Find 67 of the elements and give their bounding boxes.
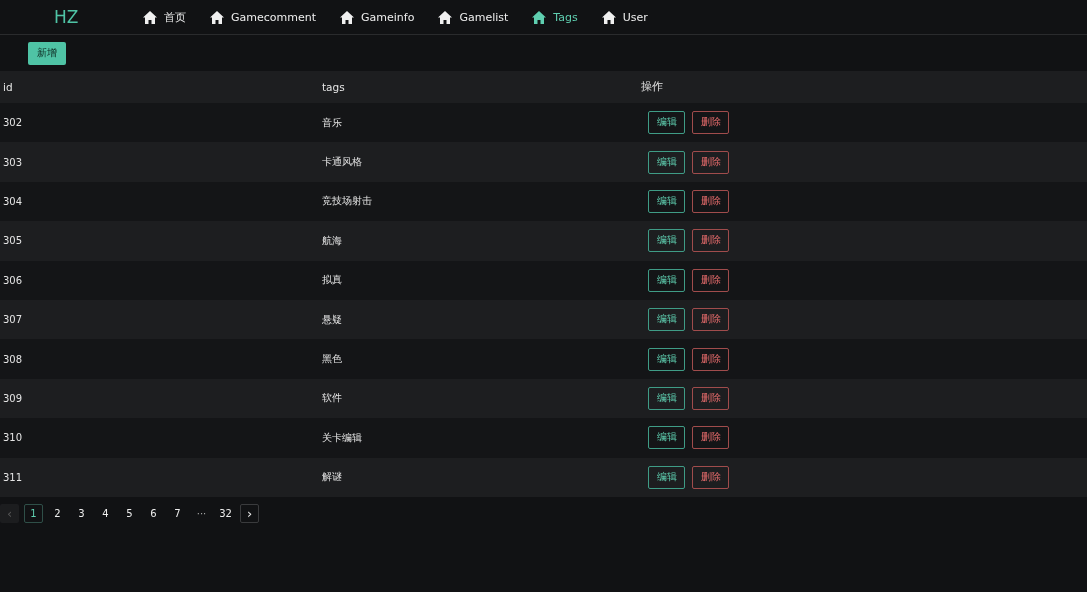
nav-link[interactable]: User (601, 9, 658, 25)
table-cell-text: 305 (2, 235, 24, 247)
page-button[interactable]: 2 (48, 503, 67, 523)
pagination-ellipsis: ··· (195, 507, 208, 519)
table-cell-text: 航海 (321, 233, 343, 248)
table-cell-text: 竞技场射击 (321, 194, 373, 209)
table-cell-text: 302 (2, 117, 24, 129)
table-cell-text: 303 (2, 156, 24, 168)
delete-button[interactable]: 删除 (692, 308, 729, 332)
table-cell-text: 308 (2, 353, 24, 365)
nav-link[interactable]: Gameinfo (340, 9, 425, 25)
edit-button[interactable]: 编辑 (648, 189, 685, 213)
edit-button[interactable]: 编辑 (648, 268, 685, 292)
table-cell-text: 310 (2, 432, 24, 444)
delete-button[interactable]: 删除 (692, 386, 729, 410)
home-icon (210, 10, 224, 24)
table-cell-text: 卡通风格 (321, 155, 363, 170)
table-cell-text: 关卡编辑 (321, 430, 363, 445)
table-cell-text: 黑色 (321, 352, 343, 367)
edit-button[interactable]: 编辑 (648, 150, 685, 174)
page-button[interactable]: 4 (96, 503, 115, 523)
delete-button[interactable]: 删除 (692, 426, 729, 450)
home-icon (438, 10, 453, 24)
column-header: tags (321, 81, 346, 93)
delete-button[interactable]: 删除 (692, 268, 729, 292)
page-button[interactable]: 3 (72, 503, 91, 523)
table-cell-text: 悬疑 (321, 312, 343, 327)
nav-link[interactable]: Gamecomment (210, 9, 326, 25)
edit-button[interactable]: 编辑 (648, 229, 685, 253)
page-button[interactable]: 1 (24, 503, 43, 523)
delete-button[interactable]: 删除 (692, 229, 729, 253)
home-icon (601, 10, 616, 24)
home-icon (143, 10, 157, 24)
home-icon (532, 10, 547, 24)
edit-button[interactable]: 编辑 (648, 426, 685, 450)
edit-button[interactable]: 编辑 (648, 308, 685, 332)
page-button[interactable]: 7 (168, 503, 187, 523)
table-cell-text: 解谜 (321, 470, 343, 485)
nav-link[interactable]: Gamelist (438, 9, 519, 25)
home-icon (340, 10, 354, 24)
edit-button[interactable]: 编辑 (648, 465, 685, 489)
delete-button[interactable]: 删除 (692, 150, 729, 174)
page-button[interactable]: 5 (120, 503, 139, 523)
table-cell-text: 306 (2, 274, 24, 286)
table-cell-text: 音乐 (321, 115, 343, 130)
edit-button[interactable]: 编辑 (648, 386, 685, 410)
edit-button[interactable]: 编辑 (648, 111, 685, 135)
edit-button[interactable]: 编辑 (648, 347, 685, 371)
table-cell-text: 311 (2, 471, 24, 483)
column-header: 操作 (640, 80, 664, 94)
page-button[interactable]: 6 (144, 503, 163, 523)
logo: HZ (54, 7, 80, 27)
nav-link[interactable]: 首页 (143, 9, 196, 25)
table-cell-text: 309 (2, 392, 24, 404)
column-header: id (2, 81, 14, 93)
delete-button[interactable]: 删除 (692, 465, 729, 489)
delete-button[interactable]: 删除 (692, 347, 729, 371)
table-cell-text: 拟真 (321, 273, 343, 288)
delete-button[interactable]: 删除 (692, 189, 729, 213)
page-button[interactable]: 32 (216, 503, 235, 523)
table-cell-text: 307 (2, 314, 24, 326)
add-button[interactable]: 新增 (28, 41, 66, 65)
delete-button[interactable]: 删除 (692, 111, 729, 135)
next-page-button[interactable]: › (240, 503, 259, 523)
table-cell-text: 软件 (321, 391, 343, 406)
table-cell-text: 304 (2, 195, 24, 207)
nav-link[interactable]: Tags (532, 9, 588, 25)
